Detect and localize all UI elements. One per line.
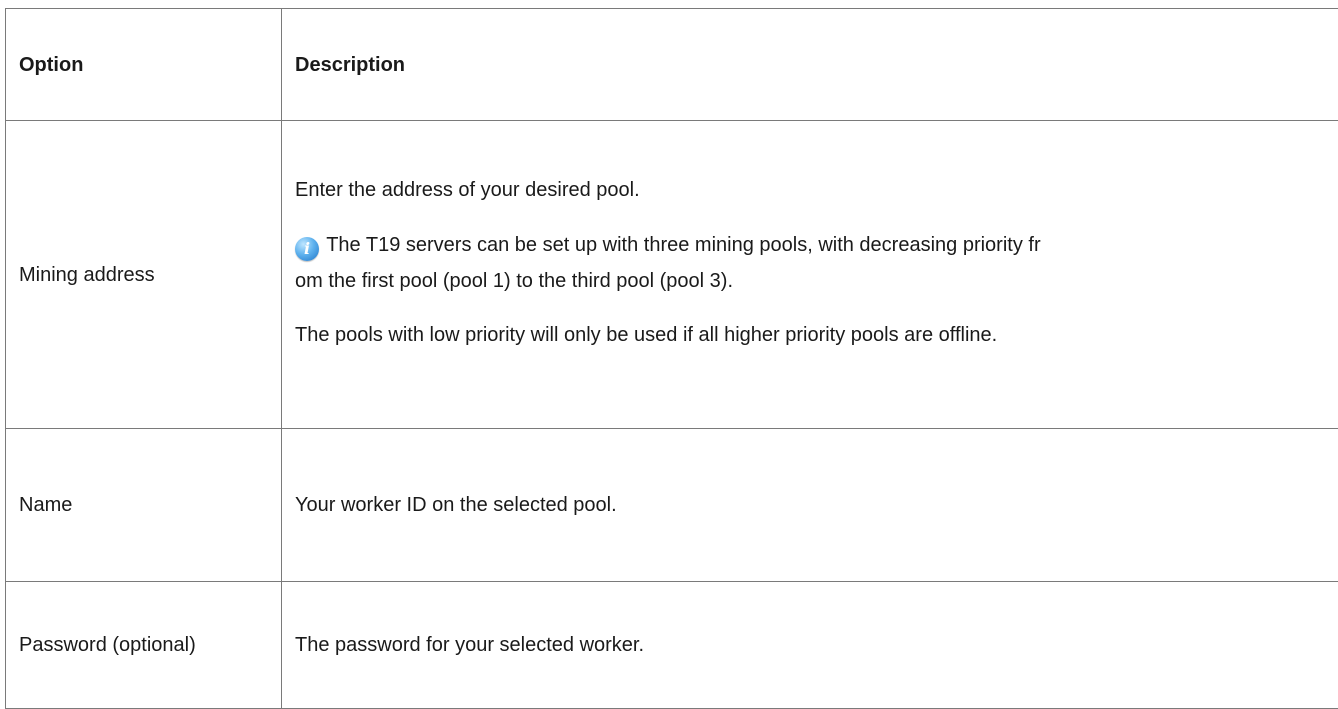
description-cell-name: Your worker ID on the selected pool. — [282, 429, 1338, 582]
mining-fallback-text: The pools with low priority will only be… — [295, 323, 1338, 347]
header-description: Description — [282, 9, 1338, 121]
option-cell-name: Name — [6, 429, 282, 582]
mining-note: i The T19 servers can be set up with thr… — [295, 227, 1338, 299]
table-header-row: Option Description — [6, 9, 1338, 121]
mining-note-line2: om the first pool (pool 1) to the third … — [295, 270, 733, 292]
description-cell-password: The password for your selected worker. — [282, 582, 1338, 709]
option-cell-password: Password (optional) — [6, 582, 282, 709]
description-cell-mining-address: Enter the address of your desired pool. … — [282, 121, 1338, 429]
info-icon: i — [295, 237, 319, 261]
mining-note-line1: The T19 servers can be set up with three… — [326, 234, 1040, 256]
table-row-password: Password (optional) The password for you… — [6, 582, 1338, 709]
options-table: Option Description Mining address Enter … — [5, 8, 1338, 709]
option-cell-mining-address: Mining address — [6, 121, 282, 429]
mining-intro-text: Enter the address of your desired pool. — [295, 178, 1338, 202]
table-row-name: Name Your worker ID on the selected pool… — [6, 429, 1338, 582]
header-option: Option — [6, 9, 282, 121]
table-row-mining-address: Mining address Enter the address of your… — [6, 121, 1338, 429]
